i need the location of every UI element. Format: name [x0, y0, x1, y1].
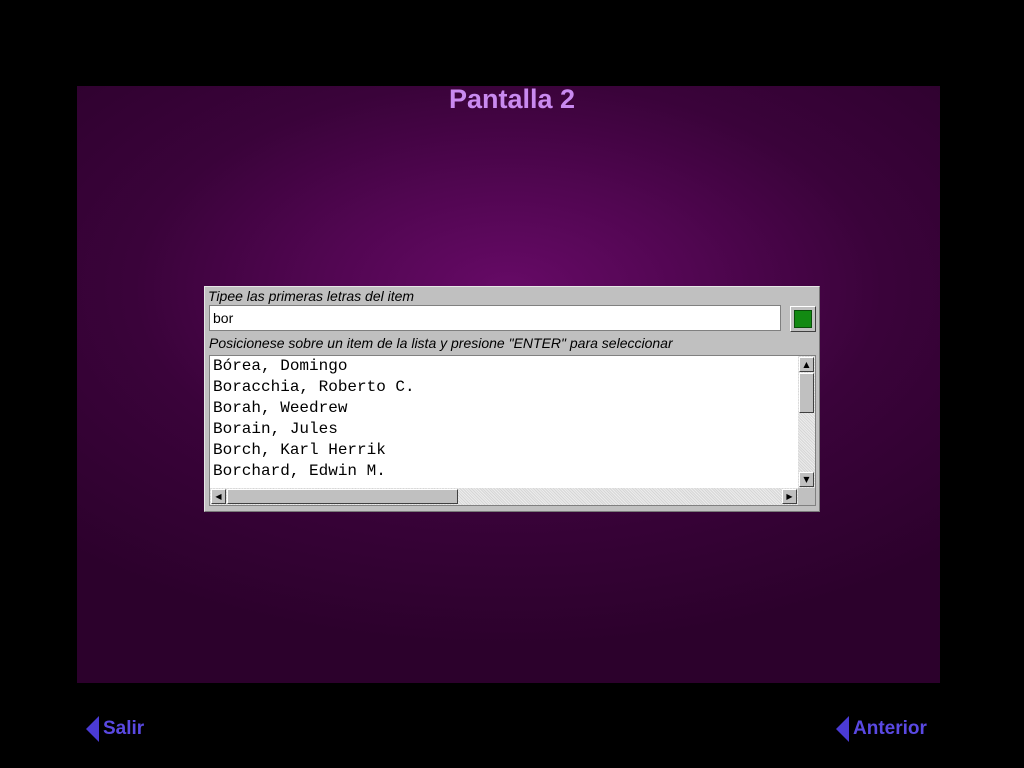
- previous-button[interactable]: Anterior: [836, 715, 927, 743]
- previous-button-label: Anterior: [853, 718, 927, 739]
- left-triangle-icon: [86, 716, 99, 742]
- results-list[interactable]: Bórea, Domingo Boracchia, Roberto C. Bor…: [209, 355, 816, 506]
- scroll-right-button[interactable]: ▶: [782, 489, 797, 504]
- scroll-left-button[interactable]: ◀: [211, 489, 226, 504]
- list-item[interactable]: Borchard, Edwin M.: [210, 461, 798, 482]
- vertical-scrollbar[interactable]: ▲ ▼: [798, 356, 815, 488]
- page-title: Pantalla 2: [448, 84, 576, 114]
- horizontal-scrollbar[interactable]: ◀ ▶: [210, 488, 798, 505]
- exit-button[interactable]: Salir: [86, 715, 144, 743]
- app-screen: Pantalla 2 Tipee las primeras letras del…: [0, 0, 1024, 768]
- search-go-button[interactable]: [790, 306, 816, 332]
- list-item[interactable]: Bórea, Domingo: [210, 356, 798, 377]
- list-instruction-label: Posicionese sobre un item de la lista y …: [209, 335, 673, 351]
- vertical-scroll-thumb[interactable]: [799, 373, 814, 413]
- search-input[interactable]: [209, 305, 781, 331]
- results-list-items: Bórea, Domingo Boracchia, Roberto C. Bor…: [210, 356, 798, 488]
- horizontal-scroll-thumb[interactable]: [227, 489, 458, 504]
- list-item[interactable]: Borch, Karl Herrik: [210, 440, 798, 461]
- search-instruction-label: Tipee las primeras letras del item: [208, 288, 415, 304]
- scroll-down-button[interactable]: ▼: [799, 472, 814, 487]
- list-item[interactable]: Borain, Jules: [210, 419, 798, 440]
- scroll-up-button[interactable]: ▲: [799, 357, 814, 372]
- left-triangle-icon: [836, 716, 849, 742]
- green-square-icon: [794, 310, 812, 328]
- list-item[interactable]: Boracchia, Roberto C.: [210, 377, 798, 398]
- exit-button-label: Salir: [103, 718, 145, 739]
- search-dialog: Tipee las primeras letras del item Posic…: [204, 286, 820, 512]
- list-item[interactable]: Borah, Weedrew: [210, 398, 798, 419]
- scrollbar-corner: [798, 488, 815, 505]
